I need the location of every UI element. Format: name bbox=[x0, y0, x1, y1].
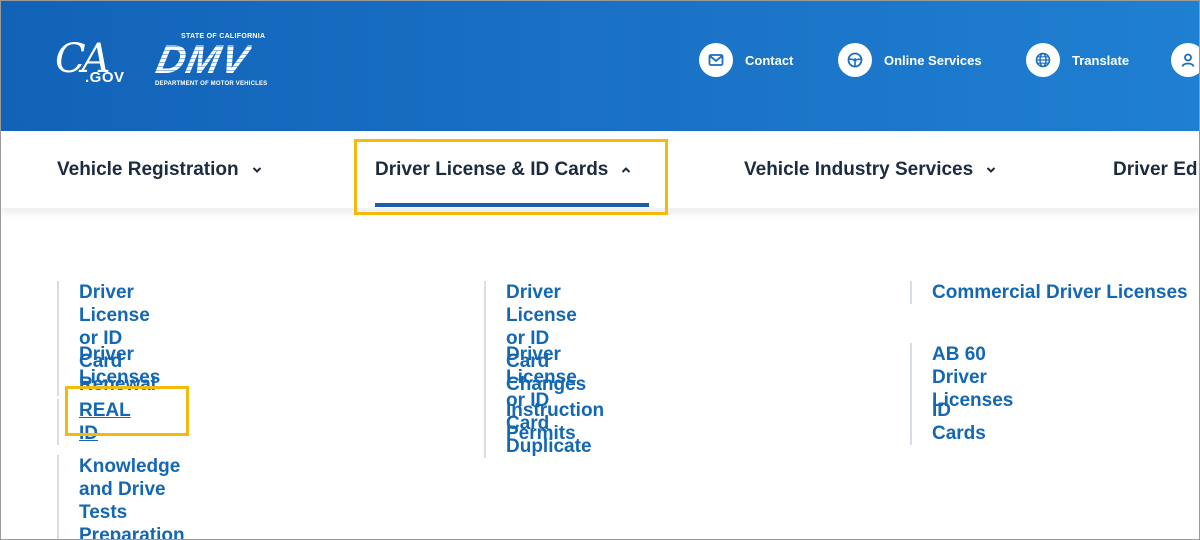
site-header: CA .GOV STATE OF CALIFORNIA DMV DEPARTME… bbox=[1, 1, 1199, 131]
link-knowledge-and-drive-tests-preparation[interactable]: Knowledge and Drive Tests Preparation bbox=[57, 455, 185, 540]
link-label: Commercial Driver Licenses bbox=[932, 282, 1188, 303]
dmv-logo[interactable]: STATE OF CALIFORNIA DMV DEPARTMENT OF MO… bbox=[152, 33, 303, 91]
steering-wheel-icon bbox=[838, 43, 872, 77]
ca-gov-logo[interactable]: CA .GOV bbox=[55, 35, 133, 91]
link-label: Driver Licenses bbox=[79, 344, 161, 388]
contact-label: Contact bbox=[745, 52, 794, 68]
online-services-link[interactable]: Online Services bbox=[838, 43, 982, 77]
translate-label: Translate bbox=[1072, 52, 1130, 68]
link-instruction-permits[interactable]: Instruction Permits bbox=[484, 399, 604, 445]
link-label: REAL ID bbox=[79, 400, 131, 444]
browser-viewport: CA .GOV STATE OF CALIFORNIA DMV DEPARTME… bbox=[0, 0, 1200, 540]
main-nav: Vehicle Registration Driver License & ID… bbox=[1, 131, 1199, 209]
nav-vehicle-industry-services-label: Vehicle Industry Services bbox=[744, 159, 974, 180]
nav-driver-license-id-cards[interactable]: Driver License & ID Cards bbox=[375, 157, 632, 183]
link-label: Instruction Permits bbox=[506, 400, 605, 444]
link-label-line-2: Preparation bbox=[79, 525, 185, 540]
account-link[interactable] bbox=[1171, 43, 1199, 77]
nav-vehicle-registration[interactable]: Vehicle Registration bbox=[57, 157, 263, 183]
user-icon bbox=[1171, 43, 1199, 77]
translate-link[interactable]: Translate bbox=[1026, 43, 1129, 77]
online-services-label: Online Services bbox=[884, 52, 982, 68]
dmv-logo-mark: DMV bbox=[152, 38, 254, 82]
active-nav-underline bbox=[375, 203, 649, 207]
link-real-id[interactable]: REAL ID bbox=[57, 399, 131, 445]
nav-vehicle-registration-label: Vehicle Registration bbox=[57, 159, 239, 180]
link-label: ID Cards bbox=[932, 400, 986, 444]
nav-driver-ed[interactable]: Driver Ed bbox=[1113, 157, 1197, 183]
gov-logo-text: .GOV bbox=[85, 69, 125, 86]
nav-driver-license-id-cards-label: Driver License & ID Cards bbox=[375, 159, 609, 180]
link-label-line-1: Knowledge and Drive Tests bbox=[79, 456, 181, 523]
globe-icon bbox=[1026, 43, 1060, 77]
link-driver-licenses[interactable]: Driver Licenses bbox=[57, 343, 160, 389]
envelope-icon bbox=[699, 43, 733, 77]
chevron-down-icon bbox=[252, 167, 261, 173]
link-id-cards[interactable]: ID Cards bbox=[910, 399, 986, 445]
dmv-logo-dept-text: DEPARTMENT OF MOTOR VEHICLES bbox=[155, 81, 268, 87]
chevron-down-icon bbox=[986, 167, 996, 173]
nav-driver-ed-label: Driver Ed bbox=[1113, 159, 1198, 180]
link-commercial-driver-licenses[interactable]: Commercial Driver Licenses bbox=[910, 281, 1188, 304]
nav-vehicle-industry-services[interactable]: Vehicle Industry Services bbox=[744, 157, 997, 183]
contact-link[interactable]: Contact bbox=[699, 43, 793, 77]
chevron-up-icon bbox=[622, 167, 631, 173]
